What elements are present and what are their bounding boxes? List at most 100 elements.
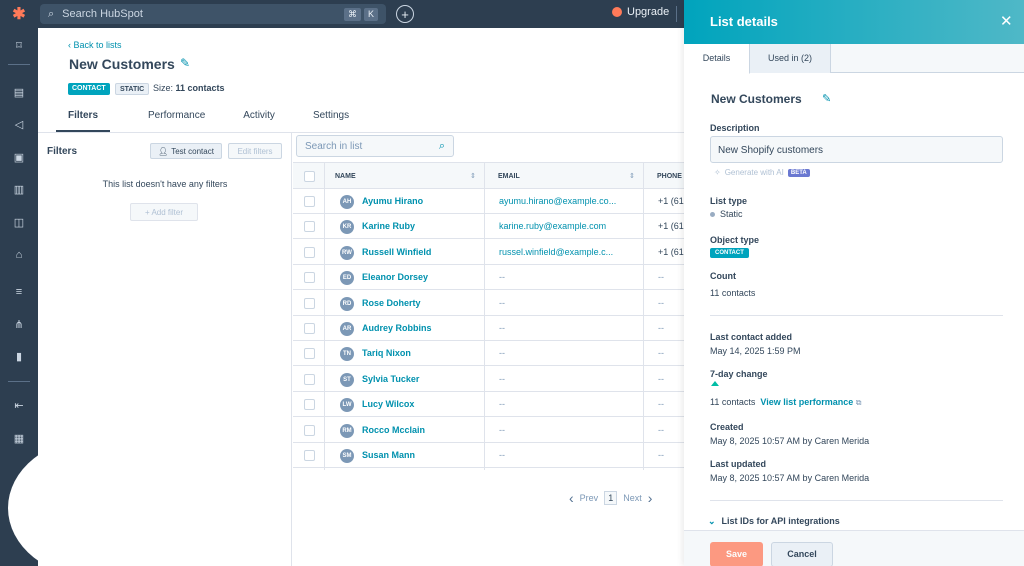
contact-email[interactable]: russel.winfield@example.c...	[499, 240, 639, 265]
column-header-name[interactable]: NAME	[335, 163, 356, 190]
view-list-performance-link[interactable]: View list performance	[760, 397, 853, 407]
current-page-number[interactable]: 1	[604, 491, 618, 505]
tab-filters[interactable]: Filters	[56, 106, 111, 132]
reports-icon[interactable]: ▮	[9, 349, 29, 365]
api-ids-accordion[interactable]: ⌄ List IDs for API integrations	[708, 516, 840, 527]
next-page-button[interactable]: Next	[623, 493, 642, 503]
test-contact-button[interactable]: 👤︎ Test contact	[150, 143, 222, 159]
megaphone-icon[interactable]: ◁	[9, 117, 29, 133]
cancel-button[interactable]: Cancel	[771, 542, 833, 566]
table-row[interactable]: LW Lucy Wilcox -- --	[293, 392, 684, 418]
table-row[interactable]: AR Audrey Robbins -- --	[293, 316, 684, 341]
list-type-label: List type	[710, 196, 748, 206]
row-checkbox[interactable]	[304, 323, 315, 334]
contact-name-link[interactable]: Audrey Robbins	[362, 316, 432, 341]
list-search-input[interactable]: Search in list ⌕	[296, 135, 454, 157]
hubspot-sprocket-icon[interactable]: ✱	[0, 0, 38, 28]
tab-performance[interactable]: Performance	[148, 106, 205, 132]
close-icon[interactable]: ✕	[1000, 12, 1013, 30]
workflows-icon[interactable]: ⋔	[9, 317, 29, 333]
contact-name-link[interactable]: Ayumu Hirano	[362, 189, 423, 214]
commerce-icon[interactable]: ▥	[9, 182, 29, 198]
row-checkbox[interactable]	[304, 246, 315, 258]
prev-page-button[interactable]: Prev	[580, 493, 599, 503]
panel-divider	[710, 500, 1003, 501]
chevron-left-icon[interactable]: ‹	[569, 491, 574, 505]
table-row[interactable]: RD Rose Doherty -- --	[293, 291, 684, 316]
tab-used-in[interactable]: Used in (2)	[750, 44, 831, 73]
table-row[interactable]: TN Tariq Nixon -- --	[293, 341, 684, 367]
contact-name-link[interactable]: Rocco Mcclain	[362, 418, 425, 443]
contact-email: --	[499, 450, 505, 460]
table-row[interactable]: RW Russell Winfield russel.winfield@exampl…	[293, 240, 684, 265]
row-checkbox[interactable]	[304, 348, 315, 360]
column-header-email[interactable]: EMAIL	[498, 163, 520, 190]
contact-name-link[interactable]: Tariq Nixon	[362, 341, 411, 366]
up-arrow-icon	[711, 381, 719, 386]
status-dot-icon	[710, 212, 715, 218]
row-checkbox[interactable]	[304, 450, 315, 461]
automation-icon[interactable]: ⌂	[9, 247, 29, 263]
column-header-phone[interactable]: PHONE	[657, 163, 682, 190]
select-all-checkbox[interactable]	[304, 171, 315, 182]
edit-filters-button[interactable]: Edit filters	[228, 143, 282, 159]
contact-name-link[interactable]: Eleanor Dorsey	[362, 265, 428, 290]
create-new-button[interactable]: +	[396, 5, 414, 23]
row-checkbox[interactable]	[304, 221, 315, 233]
contact-phone: --	[658, 450, 664, 460]
global-search-input[interactable]: ⌕ Search HubSpot ⌘ K	[40, 4, 386, 24]
list-tabs: Filters Performance Activity Settings	[56, 106, 387, 132]
last-contact-added-label: Last contact added	[710, 332, 793, 342]
table-row[interactable]: SM Susan Mann -- --	[293, 443, 684, 468]
contact-email: --	[499, 424, 505, 435]
generate-with-ai-button[interactable]: ✧ Generate with AI BETA	[714, 168, 810, 177]
contact-email[interactable]: ayumu.hirano@example.co...	[499, 189, 639, 214]
sparkle-icon: ✧	[714, 168, 721, 177]
tab-details[interactable]: Details	[684, 44, 750, 74]
row-checkbox[interactable]	[304, 272, 315, 284]
contact-name-link[interactable]: Rose Doherty	[362, 291, 421, 316]
chevron-right-icon[interactable]: ›	[648, 491, 653, 505]
settings-icon[interactable]: ▦	[9, 431, 29, 447]
database-icon[interactable]: ≡	[9, 284, 29, 300]
contacts-icon[interactable]: ▤	[9, 85, 29, 101]
row-checkbox[interactable]	[304, 196, 315, 207]
row-checkbox[interactable]	[304, 424, 315, 436]
row-checkbox[interactable]	[304, 297, 315, 309]
contact-name-link[interactable]: Sylvia Tucker	[362, 367, 419, 392]
table-row[interactable]: ST Sylvia Tucker -- --	[293, 367, 684, 392]
edit-title-pencil-icon[interactable]: ✎	[180, 56, 190, 70]
contact-phone: --	[658, 348, 664, 359]
contact-name-link[interactable]: Lucy Wilcox	[362, 392, 414, 417]
avatar: RM	[340, 423, 354, 438]
description-field[interactable]: New Shopify customers	[710, 136, 1003, 163]
collapse-arrow-icon[interactable]: ⇤	[9, 398, 29, 414]
command-key: ⌘	[343, 7, 361, 21]
sort-icon[interactable]: ⇕	[470, 163, 476, 190]
bookmark-icon[interactable]: ⌑	[9, 38, 29, 54]
tab-activity[interactable]: Activity	[243, 106, 275, 132]
search-icon[interactable]: ⌕	[439, 140, 445, 153]
back-to-lists-link[interactable]: ‹ Back to lists	[68, 40, 122, 50]
tab-settings[interactable]: Settings	[313, 106, 349, 132]
description-label: Description	[710, 123, 760, 133]
content-icon[interactable]: ▣	[9, 150, 29, 166]
contact-name-link[interactable]: Karine Ruby	[362, 214, 415, 239]
filters-heading: Filters	[47, 146, 78, 157]
add-filter-button[interactable]: + Add filter	[130, 203, 198, 221]
save-button[interactable]: Save	[710, 542, 763, 566]
edit-name-pencil-icon[interactable]: ✎	[822, 92, 831, 105]
upgrade-button[interactable]: Upgrade	[612, 6, 669, 18]
table-row[interactable]: AH Ayumu Hirano ayumu.hirano@example.co...…	[293, 189, 684, 214]
external-link-icon[interactable]: ⧉	[856, 398, 862, 407]
table-row[interactable]: KR Karine Ruby karine.ruby@example.com +1 (…	[293, 214, 684, 240]
sort-icon[interactable]: ⇕	[629, 163, 635, 190]
contact-name-link[interactable]: Susan Mann	[362, 443, 415, 468]
table-row[interactable]: ED Eleanor Dorsey -- --	[293, 265, 684, 291]
contact-email[interactable]: karine.ruby@example.com	[499, 214, 639, 239]
contact-name-link[interactable]: Russell Winfield	[362, 240, 431, 265]
table-row[interactable]: RM Rocco Mcclain -- --	[293, 418, 684, 443]
row-checkbox[interactable]	[304, 399, 315, 411]
service-icon[interactable]: ◫	[9, 215, 29, 231]
row-checkbox[interactable]	[304, 373, 315, 385]
